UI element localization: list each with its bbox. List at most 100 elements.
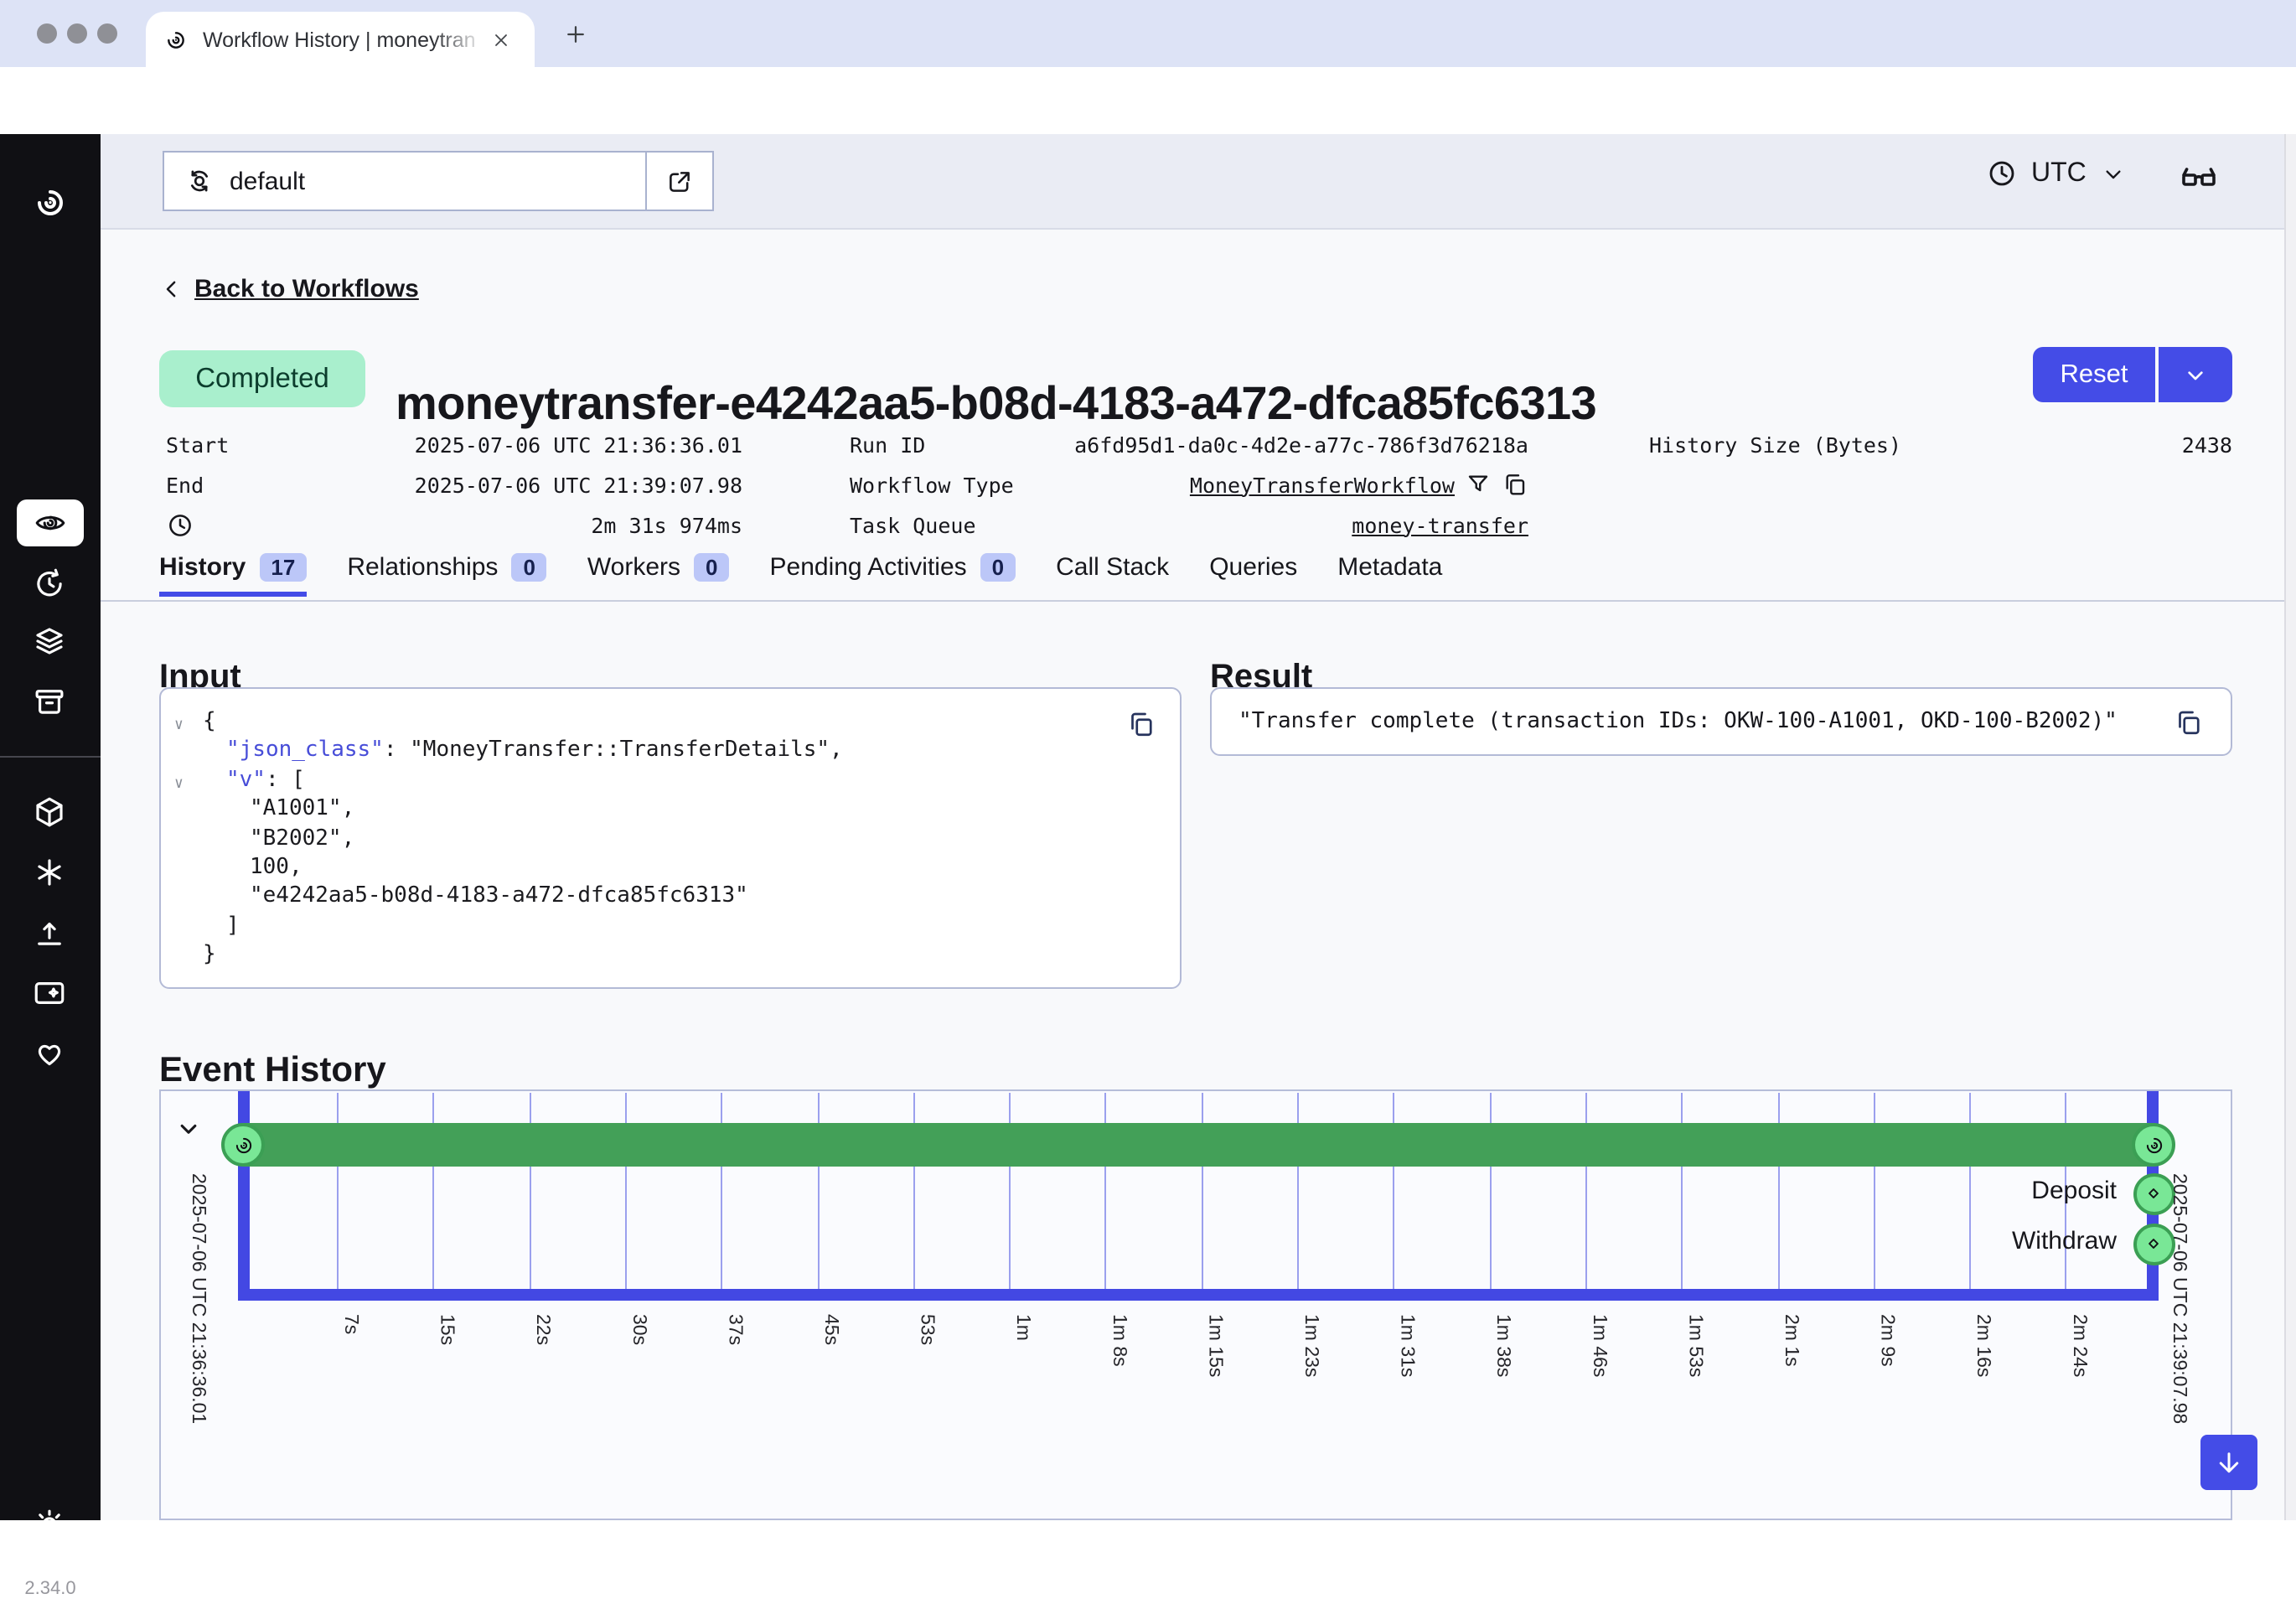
timeline-tick-label: 2m 24s [2069, 1314, 2089, 1377]
nexus-asterisk-icon[interactable] [32, 855, 67, 890]
json-collapse-chevron-icon[interactable]: ∨ [174, 712, 184, 742]
diamond-icon [2142, 1232, 2165, 1255]
tab-label: Metadata [1337, 553, 1442, 582]
result-value: "Transfer complete (transaction IDs: OKW… [1238, 709, 2174, 734]
clock-icon [1986, 158, 2018, 189]
json-collapse-chevron-icon[interactable]: ∨ [174, 771, 184, 800]
timeline-start-timestamp: 2025-07-06 UTC 21:36:36.01 [188, 1173, 208, 1424]
tab-label: Queries [1209, 553, 1297, 582]
duration-value: 2m 31s 974ms [591, 512, 742, 537]
tab-workers[interactable]: Workers0 [587, 553, 730, 597]
timeline-collapse-chevron-icon[interactable] [174, 1115, 203, 1143]
temporal-logo-icon[interactable] [30, 183, 70, 223]
tab-close-icon[interactable] [491, 29, 511, 49]
json-text: : "MoneyTransfer::TransferDetails", [384, 738, 843, 763]
tab-count-badge: 0 [511, 553, 546, 582]
history-size-label: History Size (Bytes) [1649, 432, 1901, 457]
sidebar-item-workflows[interactable] [17, 499, 84, 546]
tab-call-stack[interactable]: Call Stack [1056, 553, 1169, 597]
external-link-icon [665, 167, 694, 195]
schedules-icon[interactable] [32, 565, 67, 600]
import-upload-icon[interactable] [32, 915, 67, 950]
workflow-start-node[interactable] [221, 1123, 265, 1167]
detail-start-row: Start 2025-07-06 UTC 21:36:36.01 [166, 424, 742, 464]
timeline-tick-label: 2m 9s [1877, 1314, 1897, 1367]
chevron-down-icon [2100, 160, 2127, 187]
json-line: "json_class": "MoneyTransfer::TransferDe… [203, 737, 843, 766]
details-column-ids: Run ID a6fd95d1-da0c-4d2e-a77c-786f3d762… [850, 424, 1528, 545]
json-line: "e4242aa5-b08d-4183-a472-dfca85fc6313" [203, 882, 843, 912]
workflow-end-node[interactable] [2132, 1123, 2175, 1167]
workflow-execution-bar[interactable] [243, 1123, 2154, 1167]
tab-pending-activities[interactable]: Pending Activities 0 [770, 553, 1016, 597]
detail-workflow-type-row: Workflow Type MoneyTransferWorkflow [850, 464, 1528, 505]
back-to-workflows-link[interactable]: Back to Workflows [159, 275, 419, 303]
json-text: "e4242aa5-b08d-4183-a472-dfca85fc6313" [250, 884, 748, 909]
theme-toggle-sun-icon[interactable] [32, 1507, 67, 1542]
timeline-tick-label: 1m 38s [1492, 1314, 1513, 1377]
window-minimize-button[interactable] [67, 23, 87, 44]
workflow-title: moneytransfer-e4242aa5-b08d-4183-a472-df… [396, 377, 1596, 431]
timeline-tick-label: 2m 1s [1781, 1314, 1801, 1367]
tab-history[interactable]: History17 [159, 553, 307, 597]
scroll-to-bottom-button[interactable] [2200, 1435, 2257, 1490]
workflow-type-link[interactable]: MoneyTransferWorkflow [1190, 472, 1455, 497]
window-close-button[interactable] [37, 23, 57, 44]
tab-title: Workflow History | moneytran [203, 28, 484, 51]
page-scrollbar[interactable] [2284, 134, 2296, 1520]
copy-icon[interactable] [1502, 471, 1528, 498]
back-link-label: Back to Workflows [194, 275, 419, 303]
tab-relationships[interactable]: Relationships 0 [347, 553, 547, 597]
labs-glasses-icon[interactable] [2179, 158, 2219, 198]
timeline-tick-label: 37s [724, 1314, 744, 1345]
timeline-tick-label: 7s [340, 1314, 360, 1334]
workflow-tabs: History17 Relationships 0 Workers0 Pending A… [159, 553, 1442, 597]
end-label: End [166, 472, 204, 497]
status-badge: Completed [159, 350, 365, 407]
feedback-screen-icon[interactable] [32, 975, 67, 1011]
new-tab-icon[interactable] [563, 22, 588, 47]
reset-button[interactable]: Reset [2033, 347, 2155, 402]
timeline-tick-label: 1m 23s [1301, 1314, 1321, 1377]
tab-queries[interactable]: Queries [1209, 553, 1297, 597]
tab-count-badge: 0 [980, 553, 1016, 582]
window-maximize-button[interactable] [97, 23, 117, 44]
archive-icon[interactable] [32, 684, 67, 719]
task-queue-link[interactable]: money-transfer [1352, 512, 1528, 537]
namespaces-layers-icon[interactable] [32, 624, 67, 659]
end-value: 2025-07-06 UTC 21:39:07.98 [415, 472, 742, 497]
browser-toolbar: localhost:8080/namespaces/default/workfl… [0, 67, 2296, 134]
filter-funnel-icon[interactable] [1465, 471, 1492, 498]
tab-metadata[interactable]: Metadata [1337, 553, 1442, 597]
copy-icon[interactable] [1126, 709, 1156, 739]
namespace-value: default [230, 167, 305, 195]
details-column-times: Start 2025-07-06 UTC 21:36:36.01 End 202… [166, 424, 742, 545]
timeline-axis [238, 1289, 2159, 1301]
namespace-selector: default [163, 151, 714, 211]
detail-task-queue-row: Task Queue money-transfer [850, 505, 1528, 545]
task-queue-label: Task Queue [850, 512, 976, 537]
browser-tab[interactable]: Workflow History | moneytran [146, 12, 535, 67]
history-size-value: 2438 [2182, 432, 2232, 457]
codec-cube-icon[interactable] [32, 794, 67, 830]
timezone-value: UTC [2031, 158, 2087, 189]
run-id-value: a6fd95d1-da0c-4d2e-a77c-786f3d76218a [1074, 432, 1528, 457]
tab-label: Relationships [347, 553, 498, 582]
timeline-tick-label: 1m 15s [1204, 1314, 1224, 1377]
timeline-tick-label: 45s [820, 1314, 840, 1345]
copy-icon[interactable] [2174, 706, 2204, 737]
namespace-open-button[interactable] [645, 153, 712, 210]
json-line: } [203, 941, 843, 970]
run-id-label: Run ID [850, 432, 925, 457]
reset-menu-button[interactable] [2159, 347, 2232, 402]
json-line: ∨"v": [ [203, 766, 843, 795]
tab-label: Pending Activities [770, 553, 967, 582]
tab-label: Call Stack [1056, 553, 1169, 582]
json-text: } [203, 943, 216, 968]
support-heart-icon[interactable] [32, 1036, 67, 1071]
reset-split-button: Reset [2033, 347, 2232, 402]
namespace-icon [184, 166, 215, 196]
timezone-selector[interactable]: UTC [1986, 158, 2127, 189]
timeline-tick-label: 1m 31s [1397, 1314, 1417, 1377]
namespace-select[interactable]: default [164, 153, 645, 210]
